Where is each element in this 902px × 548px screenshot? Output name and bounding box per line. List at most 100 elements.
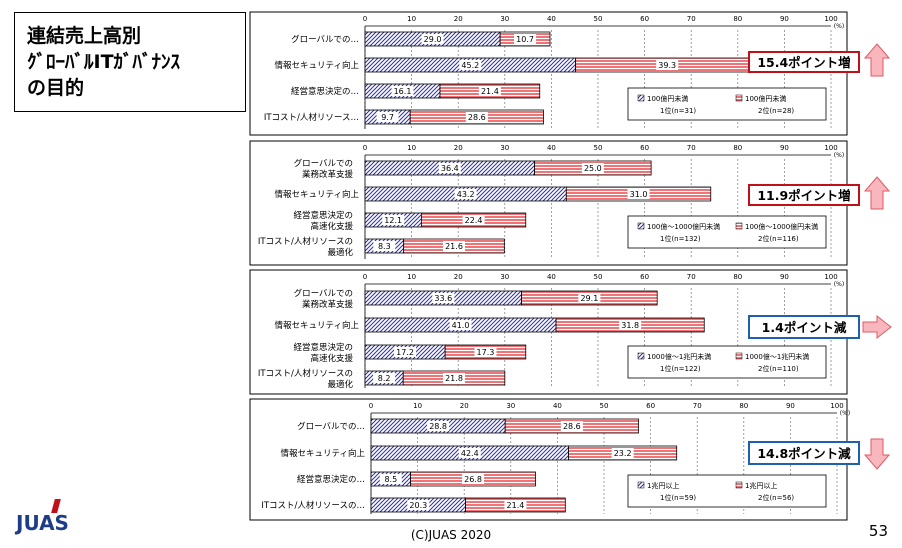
x-tick-label: 100	[824, 144, 837, 152]
unit-label: (%)	[834, 152, 844, 159]
callout-arrow-right-icon	[862, 314, 892, 340]
x-tick-label: 60	[646, 402, 655, 410]
legend-rank1-line1: 100億円未満	[647, 94, 688, 103]
callout-arrow-up-icon	[863, 176, 891, 210]
x-tick-label: 20	[454, 15, 463, 23]
data-label: 26.8	[464, 475, 482, 484]
data-label: 28.8	[429, 422, 447, 431]
category-label: 経営意思決定の…	[297, 474, 365, 485]
legend-rank2-line2: 2位(n=110)	[758, 364, 799, 373]
category-label: 業務改革支援	[302, 299, 354, 310]
x-tick-label: 20	[460, 402, 469, 410]
category-label: グローバルでの	[294, 288, 353, 299]
legend-rank2-line2: 2位(n=56)	[758, 493, 794, 502]
x-tick-label: 80	[733, 15, 742, 23]
legend-rank1-line2: 1位(n=132)	[660, 234, 701, 243]
unit-label: (%)	[840, 410, 850, 417]
unit-label: (%)	[834, 281, 844, 288]
x-tick-label: 30	[500, 15, 509, 23]
x-tick-label: 90	[780, 144, 789, 152]
callout-arrow-down-icon	[863, 438, 891, 470]
x-tick-label: 70	[687, 144, 696, 152]
legend-box	[627, 215, 827, 249]
data-label: 36.4	[441, 164, 459, 173]
x-tick-label: 30	[506, 402, 515, 410]
category-label: 高速化支援	[310, 353, 353, 364]
x-tick-label: 60	[640, 15, 649, 23]
category-label: ITコスト/人材リソース…	[264, 112, 359, 123]
data-label: 21.8	[445, 374, 463, 383]
data-label: 42.4	[461, 449, 479, 458]
charts-canvas: 0 10 20 30 40 50 60 70 80 90 100(%)グローバルでの… 29.0 10.…	[249, 11, 892, 521]
page-number: 53	[868, 522, 888, 540]
data-label: 22.4	[465, 216, 483, 225]
legend-rank1-line1: 100億～1000億円未満	[647, 222, 720, 231]
callout-text: 11.9ポイント増	[757, 188, 850, 203]
x-tick-label: 40	[547, 144, 556, 152]
data-label: 21.6	[445, 242, 463, 251]
data-label: 28.6	[563, 422, 581, 431]
x-tick-label: 10	[407, 273, 416, 281]
legend-rank1-line1: 1兆円以上	[647, 481, 679, 490]
legend-rank1-line2: 1位(n=59)	[660, 493, 696, 502]
data-label: 8.2	[378, 374, 391, 383]
category-label: ITコスト/人材リソースの	[258, 236, 353, 247]
legend-rank1-line1: 1000億～1兆円未満	[647, 352, 711, 361]
data-label: 8.5	[384, 475, 397, 484]
category-label: ITコスト/人材リソースの	[258, 368, 353, 379]
x-tick-label: 100	[824, 273, 837, 281]
legend-rank2-line1: 1000億～1兆円未満	[745, 352, 809, 361]
data-label: 20.3	[409, 501, 427, 510]
callout-arrow-up-icon	[863, 43, 891, 77]
x-tick-label: 80	[733, 144, 742, 152]
x-tick-label: 10	[407, 15, 416, 23]
x-tick-label: 70	[687, 15, 696, 23]
data-label: 33.6	[434, 294, 452, 303]
x-tick-label: 90	[780, 15, 789, 23]
x-tick-label: 20	[454, 273, 463, 281]
legend-rank2-line2: 2位(n=28)	[758, 106, 794, 115]
x-tick-label: 50	[594, 144, 603, 152]
legend-box	[627, 87, 827, 121]
data-label: 21.4	[481, 87, 499, 96]
legend-swatch-rank2	[735, 481, 743, 489]
legend-swatch-rank2	[735, 352, 743, 360]
data-label: 10.7	[516, 35, 534, 44]
x-tick-label: 30	[500, 144, 509, 152]
x-tick-label: 50	[594, 273, 603, 281]
category-label: 情報セキュリティ向上	[275, 60, 360, 71]
x-tick-label: 100	[824, 15, 837, 23]
legend-swatch-rank1	[637, 222, 645, 230]
callout-text: 1.4ポイント減	[762, 320, 847, 335]
legend-rank2-line1: 1兆円以上	[745, 481, 777, 490]
x-tick-label: 90	[780, 273, 789, 281]
x-tick-label: 60	[640, 144, 649, 152]
callout-text: 14.8ポイント減	[757, 446, 851, 461]
legend-swatch-rank1	[637, 481, 645, 489]
data-label: 39.3	[658, 61, 676, 70]
category-label: グローバルでの…	[297, 421, 365, 432]
x-tick-label: 40	[547, 15, 556, 23]
x-tick-label: 70	[693, 402, 702, 410]
x-tick-label: 90	[786, 402, 795, 410]
data-label: 17.2	[396, 348, 414, 357]
legend-swatch-rank1	[637, 352, 645, 360]
legend-rank1-line2: 1位(n=122)	[660, 364, 701, 373]
x-tick-label: 20	[454, 144, 463, 152]
x-tick-label: 100	[830, 402, 843, 410]
legend-box	[627, 474, 827, 508]
x-tick-label: 0	[363, 273, 367, 281]
category-label: 経営意思決定の	[293, 342, 353, 353]
category-label: 情報セキュリティ向上	[275, 320, 360, 331]
x-tick-label: 50	[600, 402, 609, 410]
category-label: 最適化	[327, 247, 353, 258]
x-tick-label: 80	[733, 273, 742, 281]
data-label: 31.8	[621, 321, 639, 330]
unit-label: (%)	[834, 23, 844, 30]
x-tick-label: 0	[369, 402, 373, 410]
x-tick-label: 30	[500, 273, 509, 281]
category-label: 最適化	[327, 379, 353, 390]
data-label: 28.6	[468, 113, 486, 122]
callout-text: 15.4ポイント増	[757, 55, 850, 70]
data-label: 21.4	[507, 501, 525, 510]
